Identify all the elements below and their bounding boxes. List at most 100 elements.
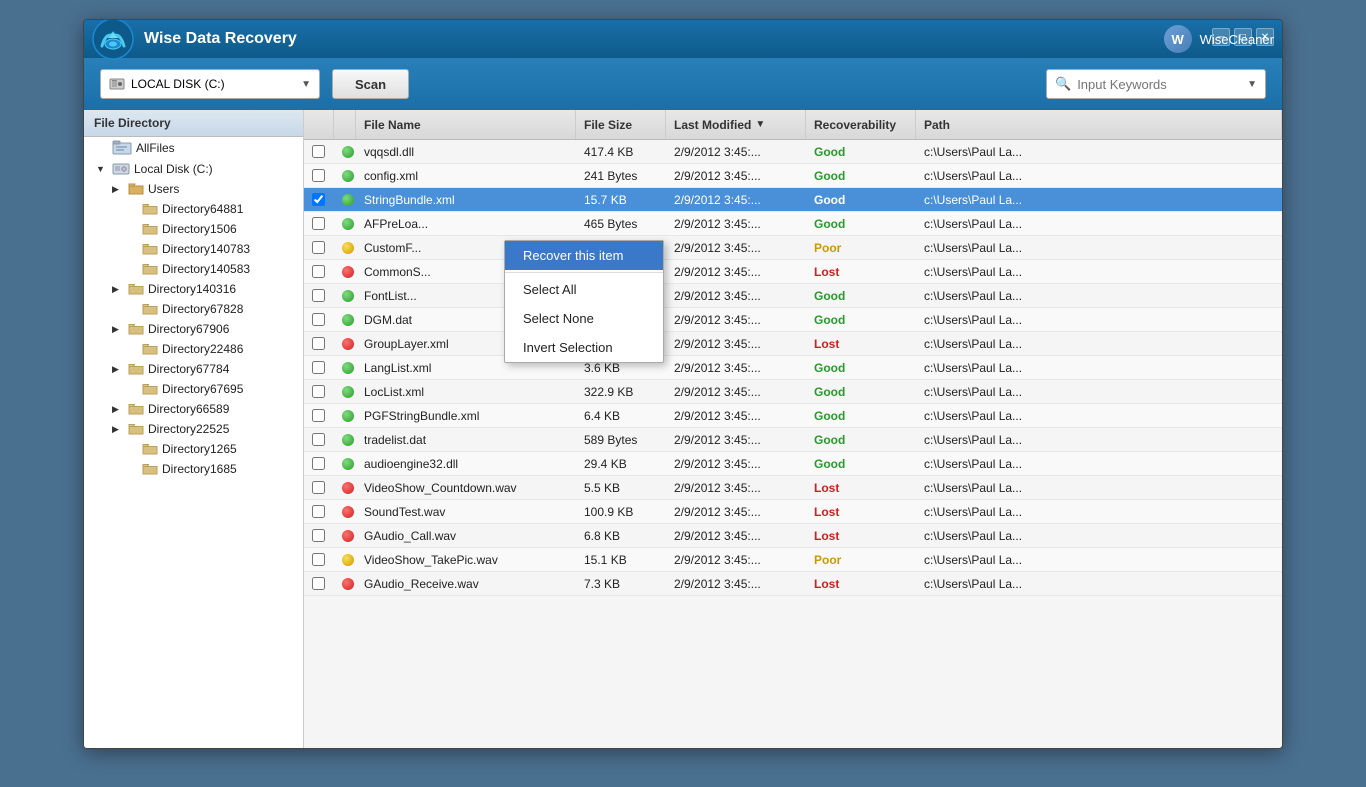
file-row[interactable]: FontList... 6.8 KB 2/9/2012 3:45:... Goo… xyxy=(304,284,1282,308)
row-path: c:\Users\Paul La... xyxy=(916,428,1282,451)
row-status-dot xyxy=(334,308,356,331)
sidebar-item-dir1265[interactable]: Directory1265 xyxy=(84,439,303,459)
search-dropdown-arrow[interactable]: ▼ xyxy=(1247,79,1257,90)
file-row[interactable]: GAudio_Receive.wav 7.3 KB 2/9/2012 3:45:… xyxy=(304,572,1282,596)
sidebar-item-dir67784[interactable]: ▶ Directory67784 xyxy=(84,359,303,379)
sidebar-item-localdisk[interactable]: ▼ Local Disk (C:) xyxy=(84,159,303,179)
expand-arrow-67906: ▶ xyxy=(112,324,124,335)
row-checkbox[interactable] xyxy=(304,212,334,235)
row-status-dot xyxy=(334,236,356,259)
row-path: c:\Users\Paul La... xyxy=(916,524,1282,547)
row-recoverability: Good xyxy=(806,308,916,331)
sidebar-item-dir66589[interactable]: ▶ Directory66589 xyxy=(84,399,303,419)
row-checkbox[interactable] xyxy=(304,308,334,331)
row-checkbox[interactable] xyxy=(304,524,334,547)
sidebar-item-dir140583[interactable]: Directory140583 xyxy=(84,259,303,279)
sidebar-item-dir22525[interactable]: ▶ Directory22525 xyxy=(84,419,303,439)
restore-button[interactable]: □ xyxy=(1234,28,1252,46)
sidebar-item-dir67906[interactable]: ▶ Directory67906 xyxy=(84,319,303,339)
col-header-recoverability[interactable]: Recoverability xyxy=(806,110,916,139)
sidebar-item-dir1685[interactable]: Directory1685 xyxy=(84,459,303,479)
file-row[interactable]: GAudio_Call.wav 6.8 KB 2/9/2012 3:45:...… xyxy=(304,524,1282,548)
sidebar-item-dir67695[interactable]: Directory67695 xyxy=(84,379,303,399)
row-path: c:\Users\Paul La... xyxy=(916,140,1282,163)
row-status-dot xyxy=(334,476,356,499)
sidebar-item-dir22486[interactable]: Directory22486 xyxy=(84,339,303,359)
row-recoverability: Lost xyxy=(806,476,916,499)
file-row[interactable]: VideoShow_Countdown.wav 5.5 KB 2/9/2012 … xyxy=(304,476,1282,500)
row-checkbox[interactable] xyxy=(304,476,334,499)
file-row[interactable]: StringBundle.xml 15.7 KB 2/9/2012 3:45:.… xyxy=(304,188,1282,212)
file-row[interactable]: vqqsdl.dll 417.4 KB 2/9/2012 3:45:... Go… xyxy=(304,140,1282,164)
row-recoverability: Good xyxy=(806,140,916,163)
sidebar-item-dir140783[interactable]: Directory140783 xyxy=(84,239,303,259)
disk-tree-icon xyxy=(112,162,130,176)
file-row[interactable]: GroupLayer.xml 145.8 KB 2/9/2012 3:45:..… xyxy=(304,332,1282,356)
file-row[interactable]: AFPreLoa... 465 Bytes 2/9/2012 3:45:... … xyxy=(304,212,1282,236)
file-row[interactable]: CommonS... 1.1 KB 2/9/2012 3:45:... Lost… xyxy=(304,260,1282,284)
sidebar-dir140316-label: Directory140316 xyxy=(148,282,236,296)
disk-label: LOCAL DISK (C:) xyxy=(131,77,225,91)
row-checkbox[interactable] xyxy=(304,164,334,187)
file-row[interactable]: LangList.xml 3.6 KB 2/9/2012 3:45:... Go… xyxy=(304,356,1282,380)
minimize-button[interactable]: ─ xyxy=(1212,28,1230,46)
row-modified: 2/9/2012 3:45:... xyxy=(666,524,806,547)
filename-header-label: File Name xyxy=(364,118,421,132)
row-checkbox[interactable] xyxy=(304,284,334,307)
row-modified: 2/9/2012 3:45:... xyxy=(666,212,806,235)
sidebar-item-dir64881[interactable]: Directory64881 xyxy=(84,199,303,219)
sidebar-item-dir67828[interactable]: Directory67828 xyxy=(84,299,303,319)
row-checkbox[interactable] xyxy=(304,332,334,355)
row-checkbox[interactable] xyxy=(304,380,334,403)
col-header-filename[interactable]: File Name xyxy=(356,110,576,139)
file-row[interactable]: CustomF... 8.4 KB 2/9/2012 3:45:... Poor… xyxy=(304,236,1282,260)
context-menu-recover[interactable]: Recover this item xyxy=(505,241,663,270)
col-header-path[interactable]: Path xyxy=(916,110,1282,139)
row-checkbox[interactable] xyxy=(304,548,334,571)
expand-arrow-22525: ▶ xyxy=(112,424,124,435)
file-row[interactable]: DGM.dat 22.4 KB 2/9/2012 3:45:... Good c… xyxy=(304,308,1282,332)
row-path: c:\Users\Paul La... xyxy=(916,500,1282,523)
sidebar-item-users[interactable]: ▶ Users xyxy=(84,179,303,199)
sidebar-item-dir1506[interactable]: Directory1506 xyxy=(84,219,303,239)
row-checkbox[interactable] xyxy=(304,140,334,163)
expand-arrow-140316: ▶ xyxy=(112,284,124,295)
main-content: File Directory AllFiles ▼ xyxy=(84,110,1282,749)
file-row[interactable]: VideoShow_TakePic.wav 15.1 KB 2/9/2012 3… xyxy=(304,548,1282,572)
sidebar-item-dir140316[interactable]: ▶ Directory140316 xyxy=(84,279,303,299)
sidebar-dir1685-label: Directory1685 xyxy=(162,462,237,476)
col-header-modified[interactable]: Last Modified ▼ xyxy=(666,110,806,139)
row-filename: SoundTest.wav xyxy=(356,500,576,523)
context-menu-select-none[interactable]: Select None xyxy=(505,304,663,333)
row-checkbox[interactable] xyxy=(304,404,334,427)
row-checkbox[interactable] xyxy=(304,260,334,283)
sidebar-item-allfiles[interactable]: AllFiles xyxy=(84,137,303,159)
file-row[interactable]: tradelist.dat 589 Bytes 2/9/2012 3:45:..… xyxy=(304,428,1282,452)
file-row[interactable]: config.xml 241 Bytes 2/9/2012 3:45:... G… xyxy=(304,164,1282,188)
context-menu-select-all[interactable]: Select All xyxy=(505,275,663,304)
file-row[interactable]: SoundTest.wav 100.9 KB 2/9/2012 3:45:...… xyxy=(304,500,1282,524)
col-header-filesize[interactable]: File Size xyxy=(576,110,666,139)
file-row[interactable]: PGFStringBundle.xml 6.4 KB 2/9/2012 3:45… xyxy=(304,404,1282,428)
disk-dropdown-arrow: ▼ xyxy=(301,79,311,90)
row-checkbox[interactable] xyxy=(304,500,334,523)
row-recoverability: Good xyxy=(806,452,916,475)
row-checkbox[interactable] xyxy=(304,356,334,379)
close-button[interactable]: ✕ xyxy=(1256,28,1274,46)
disk-selector[interactable]: LOCAL DISK (C:) ▼ xyxy=(100,69,320,99)
search-input[interactable] xyxy=(1077,77,1241,92)
row-filesize: 589 Bytes xyxy=(576,428,666,451)
row-checkbox[interactable] xyxy=(304,188,334,211)
context-menu-invert[interactable]: Invert Selection xyxy=(505,333,663,362)
scan-button[interactable]: Scan xyxy=(332,69,409,99)
row-modified: 2/9/2012 3:45:... xyxy=(666,404,806,427)
row-checkbox[interactable] xyxy=(304,452,334,475)
row-checkbox[interactable] xyxy=(304,236,334,259)
file-row[interactable]: audioengine32.dll 29.4 KB 2/9/2012 3:45:… xyxy=(304,452,1282,476)
row-checkbox[interactable] xyxy=(304,428,334,451)
sidebar-dir22486-label: Directory22486 xyxy=(162,342,243,356)
search-box: 🔍 ▼ xyxy=(1046,69,1266,99)
row-checkbox[interactable] xyxy=(304,572,334,595)
file-row[interactable]: LocList.xml 322.9 KB 2/9/2012 3:45:... G… xyxy=(304,380,1282,404)
folder-icon-dir22525 xyxy=(128,423,144,436)
